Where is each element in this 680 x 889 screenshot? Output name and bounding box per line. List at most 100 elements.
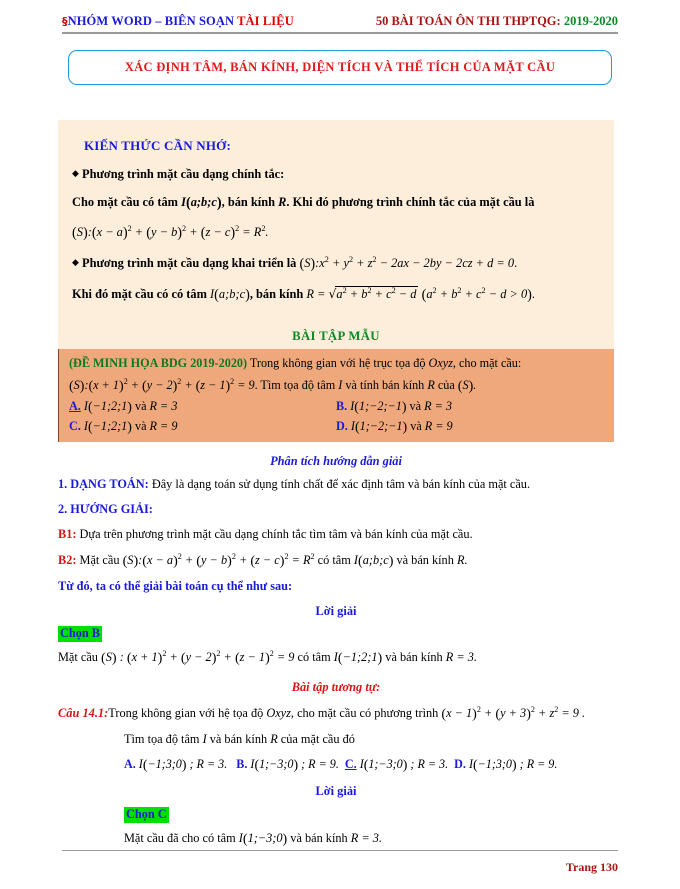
solution-choice-line: Chọn B <box>58 626 614 643</box>
similar-option-B[interactable]: B. I(1;−3;0) ; R = 9. <box>236 757 339 773</box>
knowledge-text-d: Khi đó mặt cầu có có tâm <box>72 287 207 302</box>
header-book-title: 50 BÀI TOÁN ÔN THI THPTQG: <box>375 14 561 28</box>
similar-solution-center: I(1;−3;0) <box>238 831 288 848</box>
analysis-step-2-equation: (S):(x − a)2 + (y − b)2 + (z − c)2 = R2 <box>122 551 315 570</box>
sample-option-C-text: I(−1;2;1) và R = 9 <box>83 419 178 436</box>
header-divider <box>62 32 618 34</box>
bullet-icon: ◆ <box>72 169 79 179</box>
analysis-step-1-label: B1: <box>58 526 77 541</box>
sample-option-A-key: A. <box>69 399 81 414</box>
similar-choice-badge: Chọn C <box>124 807 169 824</box>
header-left: §NHÓM WORD – BIÊN SOẠN TÀI LIỆU <box>62 14 294 29</box>
sample-option-C[interactable]: C. I(−1;2;1) và R = 9 <box>69 419 336 436</box>
similar-question-d: và bán kính <box>209 732 268 747</box>
header-left-tail: TÀI LIỆU <box>234 14 294 28</box>
footer-divider <box>62 850 618 851</box>
analysis-item-1-text: Đây là dạng toán sử dụng tính chất để xá… <box>151 477 531 491</box>
knowledge-bullet-1: ◆ Phương trình mặt cầu dạng chính tắc: <box>72 167 600 183</box>
similar-question-a: Trong không gian với hệ tọa độ <box>108 705 264 720</box>
sample-option-B-key: B. <box>336 399 348 414</box>
sample-axes-label: Oxyz <box>428 356 453 371</box>
sample-option-D-key: D. <box>336 419 348 434</box>
knowledge-bullet-2-label: Phương trình mặt cầu dạng khai triển là <box>82 256 297 271</box>
header-dash: – <box>151 14 165 28</box>
similar-question-tail: Tìm tọa độ tâm I và bán kính R của mặt c… <box>124 732 614 748</box>
sample-source-tag: (ĐỀ MINH HỌA BDG 2019-2020) <box>69 356 248 371</box>
knowledge-radius-condition: (a2 + b2 + c2 − d > 0) <box>421 286 532 304</box>
similar-choice-line: Chọn C <box>124 807 614 824</box>
sample-equation-line: (S):(x + 1)2 + (y − 2)2 + (z − 1)2 = 9. … <box>69 376 603 396</box>
solution-choice-badge: Chọn B <box>58 626 102 643</box>
analysis-section: Phân tích hướng dẫn giải 1. DẠNG TOÁN: Đ… <box>58 452 614 858</box>
analysis-item-2-label: 2. HƯỚNG GIẢI: <box>58 501 153 516</box>
similar-option-B-key: B. <box>236 757 248 772</box>
solution-radius: R = 3. <box>445 650 477 665</box>
knowledge-line-expanded-result: Khi đó mặt cầu có có tâm I(a;b;c), bán k… <box>72 286 536 304</box>
similar-option-A[interactable]: A. I(−1;3;0) ; R = 3. <box>124 757 227 773</box>
page-number: Trang 130 <box>565 860 618 874</box>
page-title: XÁC ĐỊNH TÂM, BÁN KÍNH, DIỆN TÍCH VÀ THỂ… <box>124 60 556 74</box>
sample-option-D-text: I(1;−2;−1) và R = 9 <box>350 419 453 436</box>
sample-option-B[interactable]: B. I(1;−2;−1) và R = 3 <box>336 399 603 416</box>
sample-prompt-a: Trong không gian với hệ trục tọa độ <box>249 356 426 371</box>
bullet-icon: ◆ <box>72 258 79 269</box>
solution-text-a: Mặt cầu <box>58 650 98 665</box>
header-year-range: 2019-2020 <box>560 14 618 28</box>
sample-option-C-key: C. <box>69 419 81 434</box>
similar-heading: Bài tập tương tự: <box>291 679 381 694</box>
similar-heading-wrap: Bài tập tương tự: <box>58 678 614 696</box>
knowledge-equation-expanded: (S):x2 + y2 + z2 − 2ax − 2by − 2cz + d =… <box>299 255 515 273</box>
sample-R-symbol: R <box>427 377 435 392</box>
content-panel: KIẾN THỨC CẦN NHỚ: ◆ Phương trình mặt cầ… <box>58 120 614 443</box>
similar-question-e: của mặt cầu đó <box>280 732 355 747</box>
similar-option-C-text: I(1;−3;0) ; R = 3. <box>359 757 449 774</box>
similar-option-D[interactable]: D. I(−1;3;0) ; R = 9. <box>454 757 558 774</box>
similar-question-label: Câu 14.1: <box>58 705 109 720</box>
similar-I-symbol: I <box>202 732 207 747</box>
sample-option-D[interactable]: D. I(1;−2;−1) và R = 9 <box>336 419 603 436</box>
similar-question-c: Tìm tọa độ tâm <box>124 732 200 747</box>
analysis-step-2-text-c: và bán kính <box>396 553 454 568</box>
solution-text-b: có tâm <box>297 650 331 665</box>
analysis-heading: Phân tích hướng dẫn giải <box>270 454 402 468</box>
similar-solution-b: và bán kính <box>290 831 348 846</box>
similar-question-equation: (x − 1)2 + (y + 3)2 + z2 = 9 . <box>441 704 586 722</box>
sample-prompt: (ĐỀ MINH HỌA BDG 2019-2020) Trong không … <box>69 355 603 373</box>
similar-option-D-key: D. <box>454 757 466 772</box>
sample-option-A[interactable]: A. I(−1;2;1) và R = 3 <box>69 399 336 416</box>
knowledge-bullet-2: ◆ Phương trình mặt cầu dạng khai triển l… <box>72 255 518 273</box>
knowledge-text-e: , bán kính <box>249 287 304 302</box>
similar-option-C[interactable]: C. I(1;−3;0) ; R = 3. <box>344 757 449 774</box>
knowledge-bullet-1-label: Phương trình mặt cầu dạng chính tắc: <box>82 167 285 181</box>
analysis-step-1: B1: Dựa trên phương trình mặt cầu dạng c… <box>58 527 614 543</box>
similar-option-A-key: A. <box>124 757 136 772</box>
sample-prompt-d: và tính bán kính <box>345 377 425 392</box>
knowledge-radius-formula: R = √a2 + b2 + c2 − d <box>306 286 419 302</box>
knowledge-text-a: Cho mặt cầu có tâm <box>72 194 178 209</box>
knowledge-text-b: , bán kính <box>221 194 276 209</box>
analysis-item-1: 1. DẠNG TOÁN: Đây là dạng toán sử dụng t… <box>58 477 614 493</box>
analysis-item-1-label: 1. DẠNG TOÁN: <box>58 477 149 491</box>
similar-question: Câu 14.1:Trong không gian với hệ tọa độ … <box>58 705 614 723</box>
sample-options-row-2: C. I(−1;2;1) và R = 9 D. I(1;−2;−1) và R… <box>69 419 603 436</box>
knowledge-heading: KIẾN THỨC CẦN NHỚ: <box>84 138 231 153</box>
similar-R-symbol: R <box>270 732 278 747</box>
lesson-title-box: XÁC ĐỊNH TÂM, BÁN KÍNH, DIỆN TÍCH VÀ THỂ… <box>68 50 612 85</box>
solution-detail: Mặt cầu (S) : (x + 1)2 + (y − 2)2 + (z −… <box>58 649 614 667</box>
analysis-step-2-label: B2: <box>58 553 77 568</box>
header-right: 50 BÀI TOÁN ÔN THI THPTQG: 2019-2020 <box>376 14 618 29</box>
sample-prompt-b: , cho mặt cầu: <box>452 356 522 371</box>
sample-section-heading: BÀI TẬP MẪU <box>292 329 380 344</box>
knowledge-center-point: I(a;b;c) <box>181 194 222 211</box>
similar-option-D-text: I(−1;3;0) ; R = 9. <box>468 757 558 774</box>
analysis-step-1-text: Dựa trên phương trình mặt cầu dạng chính… <box>79 526 473 541</box>
analysis-conclusion: Từ đó, ta có thể giải bài toán cụ thể nh… <box>58 579 614 595</box>
similar-option-C-key: C. <box>344 757 357 772</box>
knowledge-section: KIẾN THỨC CẦN NHỚ: ◆ Phương trình mặt cầ… <box>58 120 614 325</box>
sample-S-symbol: (S). <box>457 377 477 394</box>
knowledge-center-point-2: I(a;b;c) <box>210 287 250 304</box>
solution-text-c: và bán kính <box>385 650 443 665</box>
analysis-step-2-text-b: có tâm <box>317 553 351 568</box>
analysis-heading-wrap: Phân tích hướng dẫn giải <box>58 452 614 470</box>
sample-exercise-box: (ĐỀ MINH HỌA BDG 2019-2020) Trong không … <box>58 349 614 443</box>
